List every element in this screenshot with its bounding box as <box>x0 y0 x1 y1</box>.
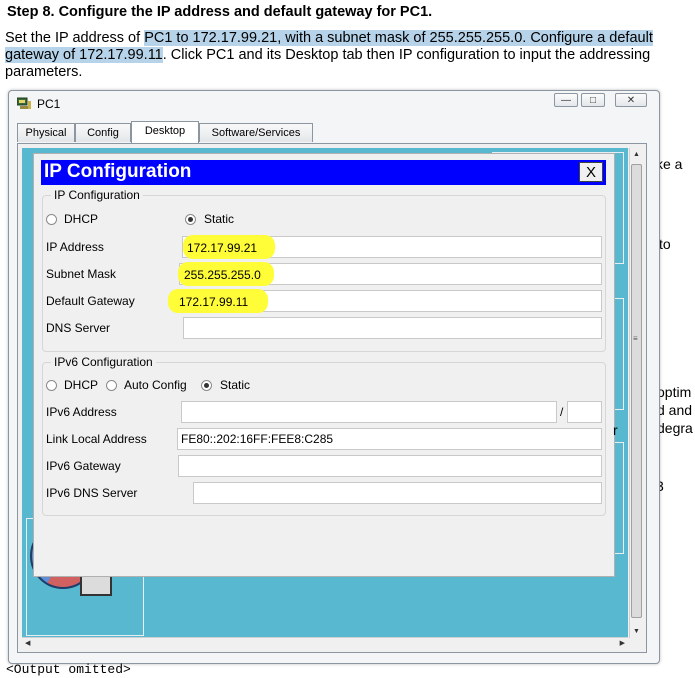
ipv6-prefix-field[interactable] <box>567 401 602 423</box>
background-text-fragment: to <box>659 236 671 252</box>
ipv6-dhcp-radio[interactable] <box>46 380 57 391</box>
ipv4-dhcp-radio[interactable] <box>46 214 57 225</box>
subnet-mask-value: 255.255.255.0 <box>184 268 261 282</box>
default-gateway-value: 172.17.99.11 <box>179 295 249 309</box>
tab-software-services[interactable]: Software/Services <box>199 123 313 142</box>
tab-physical[interactable]: Physical <box>17 123 75 142</box>
ipv6-auto-config-label: Auto Config <box>124 378 187 392</box>
scroll-right-icon[interactable]: ▶ <box>620 639 625 647</box>
ipv6-dhcp-label: DHCP <box>64 378 99 392</box>
link-local-address-field[interactable]: FE80::202:16FF:FEE8:C285 <box>177 428 602 450</box>
subnet-mask-label: Subnet Mask <box>46 267 117 281</box>
step-heading: Step 8. Configure the IP address and def… <box>7 4 433 20</box>
maximize-button[interactable]: □ <box>581 93 605 107</box>
instruction-text-1: Set the IP address of <box>5 30 145 46</box>
background-text-fragment: optim <box>657 384 692 400</box>
scroll-up-icon[interactable]: ▲ <box>633 151 640 158</box>
ipv6-dns-server-field[interactable] <box>193 482 602 504</box>
background-text-fragment: degra <box>657 420 693 436</box>
ipv6-group-title: IPv6 Configuration <box>51 355 156 369</box>
dialog-title-bar: IP Configuration X <box>41 160 606 185</box>
window-title: PC1 <box>37 97 61 111</box>
link-local-address-label: Link Local Address <box>46 432 147 446</box>
scrollbar-thumb[interactable] <box>631 164 642 618</box>
ipv6-dns-server-label: IPv6 DNS Server <box>46 486 138 500</box>
ipv6-gateway-field[interactable] <box>178 455 602 477</box>
ipv4-static-radio[interactable] <box>185 214 196 225</box>
ipv6-static-radio[interactable] <box>201 380 212 391</box>
vertical-scrollbar[interactable]: ▲ ≡ ▼ <box>629 148 644 638</box>
background-text-fragment: r <box>613 422 618 438</box>
horizontal-scrollbar[interactable]: ◀ ▶ <box>22 637 628 650</box>
ipv4-dhcp-label: DHCP <box>64 212 99 226</box>
ip-address-value: 172.17.99.21 <box>187 241 258 255</box>
prefix-separator: / <box>560 405 564 419</box>
scroll-down-icon[interactable]: ▼ <box>633 628 640 635</box>
ipv6-static-label: Static <box>220 378 251 392</box>
scroll-left-icon[interactable]: ◀ <box>25 639 30 647</box>
dns-server-label: DNS Server <box>46 321 111 335</box>
tab-desktop[interactable]: Desktop <box>131 121 199 143</box>
instruction-paragraph: Set the IP address of PC1 to 172.17.99.2… <box>5 30 693 81</box>
ip-address-label: IP Address <box>46 240 104 254</box>
ipv4-group-title: IP Configuration <box>51 188 143 202</box>
output-omitted-text: <Output omitted> <box>6 662 131 677</box>
ipv6-address-field[interactable] <box>181 401 557 423</box>
dialog-title: IP Configuration <box>44 161 192 182</box>
default-gateway-label: Default Gateway <box>46 294 135 308</box>
background-text-fragment: d and <box>657 402 693 418</box>
ipv6-auto-config-radio[interactable] <box>106 380 117 391</box>
grip-icon: ≡ <box>633 334 638 343</box>
ip-configuration-dialog: IP Configuration X IP Configuration DHCP… <box>33 153 615 577</box>
pc-icon <box>17 97 31 109</box>
minimize-button[interactable]: — <box>554 93 578 107</box>
ipv6-address-label: IPv6 Address <box>46 405 117 419</box>
ipv6-gateway-label: IPv6 Gateway <box>46 459 121 473</box>
dialog-close-button[interactable]: X <box>579 162 603 182</box>
window-title-bar[interactable]: PC1 — □ ✕ <box>9 91 659 117</box>
dns-server-field[interactable] <box>183 317 602 339</box>
tab-config[interactable]: Config <box>75 123 131 142</box>
close-button[interactable]: ✕ <box>615 93 647 107</box>
ipv4-static-label: Static <box>204 212 235 226</box>
